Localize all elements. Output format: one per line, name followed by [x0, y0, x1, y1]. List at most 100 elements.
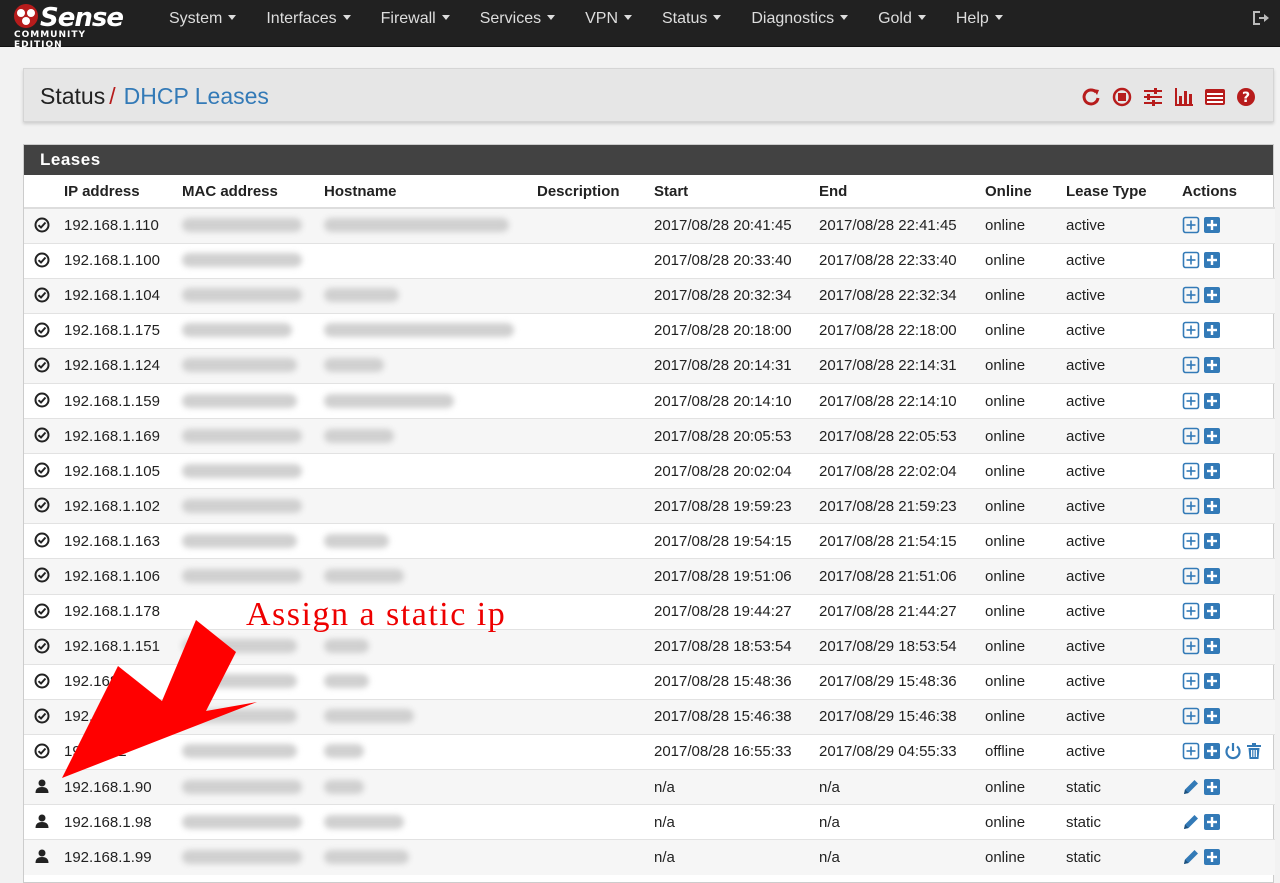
- lease-type: static: [1060, 839, 1176, 875]
- col-lease-type[interactable]: Lease Type: [1060, 175, 1176, 209]
- add-static-mapping-icon[interactable]: [1182, 462, 1200, 480]
- add-wol-mapping-icon[interactable]: [1203, 462, 1221, 480]
- add-wol-mapping-icon[interactable]: [1203, 251, 1221, 269]
- wake-on-lan-icon[interactable]: [1224, 742, 1242, 760]
- add-wol-mapping-icon[interactable]: [1203, 216, 1221, 234]
- description: [531, 558, 648, 595]
- redacted-hostname: [324, 674, 369, 689]
- description: [531, 277, 648, 314]
- nav-services[interactable]: Services: [465, 0, 570, 37]
- row-status-cell: [24, 312, 58, 349]
- add-wol-mapping-icon[interactable]: [1203, 707, 1221, 725]
- restart-service-icon[interactable]: [1080, 86, 1102, 108]
- settings-sliders-icon[interactable]: [1142, 86, 1164, 108]
- nav-gold[interactable]: Gold: [863, 0, 941, 37]
- row-status-cell: [24, 593, 58, 630]
- row-actions: [1176, 698, 1275, 735]
- add-static-mapping-icon[interactable]: [1182, 742, 1200, 760]
- add-static-mapping-icon[interactable]: [1182, 356, 1200, 374]
- row-actions: [1176, 804, 1275, 840]
- add-static-mapping-icon[interactable]: [1182, 286, 1200, 304]
- nav-diagnostics[interactable]: Diagnostics: [736, 0, 863, 37]
- col-start[interactable]: Start: [648, 175, 813, 209]
- add-static-mapping-icon[interactable]: [1182, 251, 1200, 269]
- lease-type: active: [1060, 418, 1176, 454]
- redacted-mac: [182, 428, 302, 443]
- add-static-mapping-icon[interactable]: [1182, 672, 1200, 690]
- add-wol-mapping-icon[interactable]: [1203, 321, 1221, 339]
- lease-end: n/a: [813, 804, 979, 840]
- lease-start: 2017/08/28 19:59:23: [648, 488, 813, 524]
- redacted-hostname: [324, 358, 384, 373]
- nav-firewall[interactable]: Firewall: [366, 0, 465, 37]
- breadcrumb-page[interactable]: DHCP Leases: [124, 83, 269, 109]
- col-ip[interactable]: IP address: [58, 175, 176, 209]
- edit-static-mapping-icon[interactable]: [1182, 848, 1200, 866]
- add-wol-mapping-icon[interactable]: [1203, 392, 1221, 410]
- logout-icon[interactable]: [1250, 8, 1270, 28]
- nav-help[interactable]: Help: [941, 0, 1018, 37]
- add-static-mapping-icon[interactable]: [1182, 567, 1200, 585]
- check-circle-icon: [34, 287, 50, 303]
- lease-type: active: [1060, 733, 1176, 770]
- mac-address: [176, 663, 318, 700]
- svg-text:?: ?: [1242, 90, 1250, 106]
- add-wol-mapping-icon[interactable]: [1203, 286, 1221, 304]
- add-static-mapping-icon[interactable]: [1182, 427, 1200, 445]
- add-wol-mapping-icon[interactable]: [1203, 778, 1221, 796]
- redacted-hostname: [324, 218, 509, 233]
- hostname: [318, 558, 531, 595]
- add-static-mapping-icon[interactable]: [1182, 321, 1200, 339]
- row-status-cell: [24, 382, 58, 419]
- bar-chart-icon[interactable]: [1173, 86, 1195, 108]
- col-mac[interactable]: MAC address: [176, 175, 318, 209]
- table-row: 192.168.1.163 2017/08/28 19:54:15 2017/08/…: [24, 523, 1275, 559]
- nav-system[interactable]: System: [154, 0, 251, 37]
- lease-start: 2017/08/28 19:44:27: [648, 593, 813, 630]
- add-wol-mapping-icon[interactable]: [1203, 813, 1221, 831]
- add-static-mapping-icon[interactable]: [1182, 497, 1200, 515]
- add-wol-mapping-icon[interactable]: [1203, 427, 1221, 445]
- stop-service-icon[interactable]: [1111, 86, 1133, 108]
- log-list-icon[interactable]: [1204, 86, 1226, 108]
- caret-down-icon: [547, 15, 556, 20]
- nav-vpn[interactable]: VPN: [570, 0, 647, 37]
- breadcrumb-section[interactable]: Status: [40, 83, 105, 109]
- add-static-mapping-icon[interactable]: [1182, 532, 1200, 550]
- add-static-mapping-icon[interactable]: [1182, 637, 1200, 655]
- delete-lease-icon[interactable]: [1245, 742, 1263, 760]
- add-static-mapping-icon[interactable]: [1182, 707, 1200, 725]
- lease-end: 2017/08/28 22:05:53: [813, 418, 979, 454]
- col-hostname[interactable]: Hostname: [318, 175, 531, 209]
- col-online[interactable]: Online: [979, 175, 1060, 209]
- redacted-mac: [182, 498, 302, 513]
- col-end[interactable]: End: [813, 175, 979, 209]
- add-static-mapping-icon[interactable]: [1182, 602, 1200, 620]
- annotation-text: Assign a static ip: [246, 596, 507, 633]
- pfsense-logo[interactable]: Sense COMMUNITY EDITION: [10, 2, 136, 50]
- add-wol-mapping-icon[interactable]: [1203, 497, 1221, 515]
- table-row: 192.168.1.100 2017/08/28 20:33:40 2017/08/…: [24, 242, 1275, 279]
- hostname: [318, 768, 531, 805]
- caret-down-icon: [624, 15, 632, 20]
- table-row: 192.168.1.110 2017/08/28 20:41:45 2017/08/…: [24, 207, 1275, 244]
- add-wol-mapping-icon[interactable]: [1203, 356, 1221, 374]
- add-wol-mapping-icon[interactable]: [1203, 672, 1221, 690]
- edit-static-mapping-icon[interactable]: [1182, 813, 1200, 831]
- row-status-cell: [24, 418, 58, 454]
- add-wol-mapping-icon[interactable]: [1203, 602, 1221, 620]
- add-wol-mapping-icon[interactable]: [1203, 742, 1221, 760]
- add-static-mapping-icon[interactable]: [1182, 216, 1200, 234]
- add-wol-mapping-icon[interactable]: [1203, 848, 1221, 866]
- redacted-mac: [182, 674, 297, 689]
- add-wol-mapping-icon[interactable]: [1203, 637, 1221, 655]
- hostname: [318, 733, 531, 770]
- nav-interfaces[interactable]: Interfaces: [251, 0, 365, 37]
- add-wol-mapping-icon[interactable]: [1203, 532, 1221, 550]
- add-wol-mapping-icon[interactable]: [1203, 567, 1221, 585]
- help-icon[interactable]: ?: [1235, 86, 1257, 108]
- col-description[interactable]: Description: [531, 175, 648, 209]
- nav-status[interactable]: Status: [647, 0, 736, 37]
- edit-static-mapping-icon[interactable]: [1182, 778, 1200, 796]
- add-static-mapping-icon[interactable]: [1182, 392, 1200, 410]
